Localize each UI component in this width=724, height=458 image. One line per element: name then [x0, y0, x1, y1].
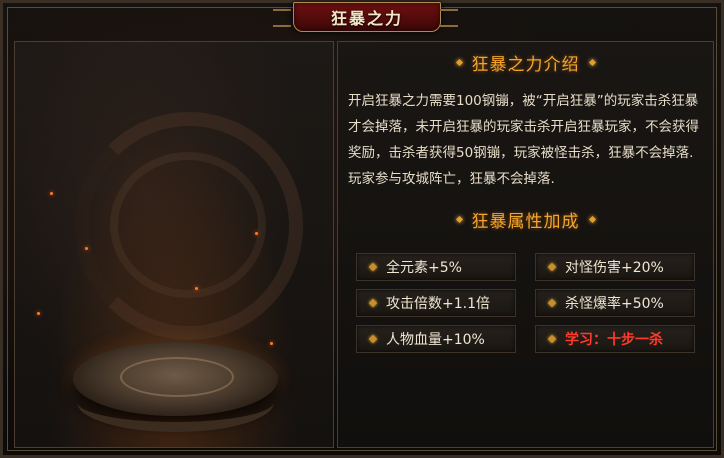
title-plate: 狂暴之力	[293, 2, 441, 32]
bullet-icon	[368, 334, 378, 344]
bullet-icon	[368, 262, 378, 272]
intro-heading: 狂暴之力介绍	[338, 50, 713, 75]
diamond-icon	[588, 215, 596, 223]
ember-particle	[195, 287, 198, 290]
window-title: 狂暴之力	[330, 9, 403, 28]
stat-label: 杀怪爆率+50%	[565, 296, 664, 312]
title-ornament-left	[273, 9, 291, 27]
diamond-icon	[588, 58, 596, 66]
ember-particle	[85, 247, 88, 250]
stat-label: 全元素+5%	[386, 260, 462, 276]
dialog-frame: 狂暴之力 狂暴之力介绍 开启狂暴之力需要100钢镚，被“开启狂暴”的玩家击杀狂暴…	[0, 0, 724, 458]
intro-heading-text: 狂暴之力介绍	[471, 54, 580, 75]
info-panel: 狂暴之力介绍 开启狂暴之力需要100钢镚，被“开启狂暴”的玩家击杀狂暴才会掉落，…	[337, 41, 714, 448]
stat-item: 攻击倍数+1.1倍	[356, 289, 516, 317]
illustration-panel	[14, 41, 334, 448]
diamond-icon	[455, 215, 463, 223]
bonus-heading: 狂暴属性加成	[338, 207, 713, 232]
title-ornament-right	[440, 9, 458, 27]
bullet-icon	[547, 262, 557, 272]
bullet-icon	[368, 298, 378, 308]
bullet-icon	[547, 334, 557, 344]
bonus-heading-text: 狂暴属性加成	[471, 211, 580, 232]
ember-particle	[37, 312, 40, 315]
bullet-icon	[547, 298, 557, 308]
ember-particle	[50, 192, 53, 195]
altar-rune-circle	[120, 357, 234, 397]
intro-description: 开启狂暴之力需要100钢镚，被“开启狂暴”的玩家击杀狂暴才会掉落，未开启狂暴的玩…	[348, 93, 699, 187]
learn-skill-item[interactable]: 学习：十步一杀	[535, 325, 695, 353]
ember-particle	[255, 232, 258, 235]
diamond-icon	[455, 58, 463, 66]
stat-item: 全元素+5%	[356, 253, 516, 281]
stat-label: 攻击倍数+1.1倍	[386, 296, 490, 312]
stat-item: 人物血量+10%	[356, 325, 516, 353]
learn-skill-label[interactable]: 学习：十步一杀	[565, 329, 663, 349]
stat-label: 对怪伤害+20%	[565, 260, 664, 276]
ember-particle	[270, 342, 273, 345]
stat-label: 人物血量+10%	[386, 332, 485, 348]
stat-item: 杀怪爆率+50%	[535, 289, 695, 317]
stat-item: 对怪伤害+20%	[535, 253, 695, 281]
dragon-coil-artwork	[110, 152, 266, 298]
